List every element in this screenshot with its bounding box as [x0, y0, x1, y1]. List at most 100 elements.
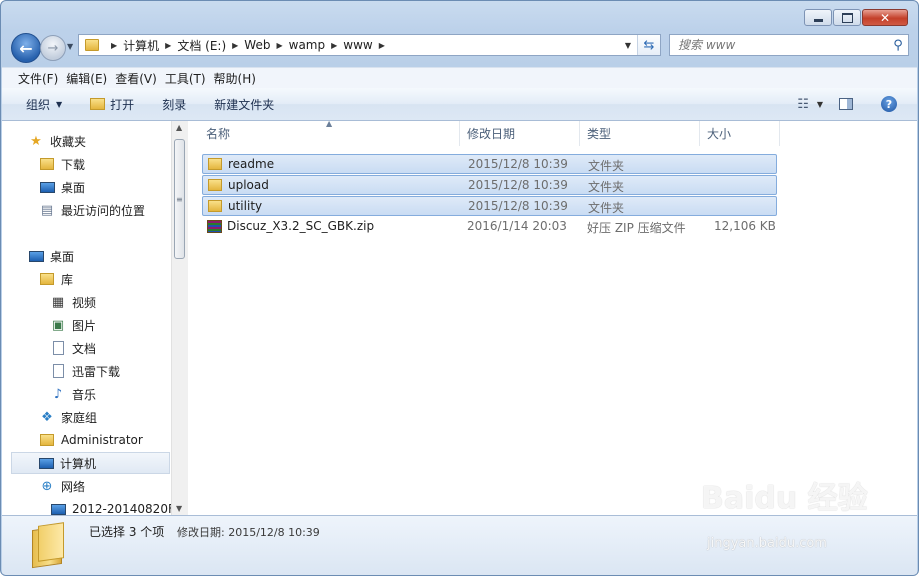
homegroup-icon: ❖: [41, 409, 53, 425]
file-date: 2015/12/8 10:39: [468, 157, 568, 171]
selection-count: 已选择 3 个项: [89, 525, 165, 539]
nav-network-host[interactable]: 2012-20140820FX: [50, 498, 171, 515]
file-row[interactable]: utility 2015/12/8 10:39 文件夹: [202, 196, 777, 216]
breadcrumb-item[interactable]: Web: [244, 38, 270, 52]
refresh-button[interactable]: ⇆: [637, 35, 660, 55]
close-button[interactable]: ✕: [862, 9, 908, 26]
open-button[interactable]: 打开: [90, 96, 134, 113]
desktop-icon: [39, 180, 55, 194]
file-name: utility: [228, 199, 263, 213]
menu-edit[interactable]: 编辑(E): [66, 70, 115, 87]
recent-pages-dropdown[interactable]: ▼: [67, 42, 73, 51]
address-history-dropdown[interactable]: ▼: [619, 41, 637, 50]
forward-arrow-icon: →: [47, 40, 59, 56]
chevron-right-icon[interactable]: ▶: [232, 41, 238, 50]
column-header-type[interactable]: 类型: [580, 121, 700, 146]
scroll-down-icon[interactable]: ▼: [176, 504, 182, 513]
nav-recent-places[interactable]: ▤ 最近访问的位置: [39, 199, 145, 221]
column-header-date[interactable]: 修改日期: [460, 121, 580, 146]
selected-folders-icon: [32, 522, 66, 569]
address-bar[interactable]: ▶ 计算机 ▶ 文档 (E:) ▶ Web ▶ wamp ▶ www ▶ ▼ ⇆: [78, 34, 661, 56]
nav-music[interactable]: ♪ 音乐: [50, 383, 96, 405]
menu-tools[interactable]: 工具(T): [165, 70, 214, 87]
command-bar-right: ☷ ▼ ?: [797, 88, 917, 120]
open-folder-icon: [90, 98, 106, 110]
star-icon: ★: [30, 133, 42, 149]
nav-computer[interactable]: 计算机: [11, 452, 170, 474]
nav-label: 桌面: [61, 180, 86, 195]
file-row[interactable]: readme 2015/12/8 10:39 文件夹: [202, 154, 777, 174]
nav-label: 库: [61, 272, 74, 287]
file-size: 12,106 KB: [714, 219, 776, 233]
back-arrow-icon: ←: [19, 38, 33, 58]
burn-button[interactable]: 刻录: [162, 96, 186, 113]
nav-desktop-favorite[interactable]: 桌面: [39, 176, 85, 198]
computer-icon: [38, 456, 54, 470]
nav-label: 视频: [72, 295, 97, 310]
file-date: 2015/12/8 10:39: [468, 199, 568, 213]
chevron-down-icon: ▼: [56, 99, 63, 109]
minimize-icon: [813, 19, 823, 22]
nav-favorites[interactable]: ★ 收藏夹: [28, 130, 86, 152]
nav-xunlei-downloads[interactable]: 迅雷下载: [50, 360, 120, 382]
command-bar: 组织 ▼ 打开 刻录 新建文件夹 ☷ ▼ ?: [2, 88, 917, 121]
help-icon[interactable]: ?: [881, 96, 897, 112]
chevron-down-icon[interactable]: ▼: [817, 100, 823, 109]
nav-documents[interactable]: 文档: [50, 337, 96, 359]
search-box[interactable]: ⚲: [669, 34, 909, 56]
file-type: 文件夹: [588, 159, 625, 173]
menu-file[interactable]: 文件(F): [2, 70, 66, 87]
maximize-button[interactable]: [833, 9, 861, 26]
view-options-icon[interactable]: ☷: [797, 97, 809, 112]
column-header-size[interactable]: 大小: [700, 121, 780, 146]
menu-view[interactable]: 查看(V): [115, 70, 165, 87]
chevron-right-icon[interactable]: ▶: [276, 41, 282, 50]
scroll-up-icon[interactable]: ▲: [176, 123, 182, 132]
nav-label: 最近访问的位置: [61, 203, 146, 218]
column-header-name[interactable]: 名称: [188, 121, 460, 146]
forward-button[interactable]: →: [40, 35, 66, 61]
file-type: 好压 ZIP 压缩文件: [587, 221, 686, 235]
nav-homegroup[interactable]: ❖ 家庭组: [39, 406, 97, 428]
search-input[interactable]: [670, 37, 888, 53]
search-icon[interactable]: ⚲: [888, 38, 908, 53]
file-row[interactable]: Discuz_X3.2_SC_GBK.zip 2016/1/14 20:03 好…: [202, 217, 777, 237]
nav-network[interactable]: ⊕ 网络: [39, 475, 85, 497]
nav-pictures[interactable]: ▣ 图片: [50, 314, 96, 336]
folder-icon: [208, 158, 222, 170]
chevron-right-icon[interactable]: ▶: [331, 41, 337, 50]
nav-libraries[interactable]: 库: [39, 268, 73, 290]
file-row[interactable]: upload 2015/12/8 10:39 文件夹: [202, 175, 777, 195]
chevron-right-icon[interactable]: ▶: [379, 41, 385, 50]
breadcrumb-item[interactable]: 文档 (E:): [177, 37, 226, 54]
new-folder-button[interactable]: 新建文件夹: [214, 96, 274, 113]
navigation-scrollbar[interactable]: ▲ ≡ ▼: [171, 121, 188, 515]
nav-administrator[interactable]: Administrator: [39, 429, 143, 451]
selection-modified-date: 修改日期: 2015/12/8 10:39: [177, 526, 320, 539]
column-header-label: 名称: [206, 127, 231, 141]
chevron-right-icon[interactable]: ▶: [165, 41, 171, 50]
back-button[interactable]: ←: [11, 33, 41, 63]
nav-label: 桌面: [50, 249, 75, 264]
breadcrumb-item[interactable]: 计算机: [123, 37, 159, 54]
breadcrumb-item[interactable]: www: [343, 38, 372, 52]
folder-icon: [208, 200, 222, 212]
preview-pane-icon[interactable]: [839, 98, 853, 110]
menu-help[interactable]: 帮助(H): [214, 70, 264, 87]
nav-label: 2012-20140820FX: [72, 502, 171, 515]
navigation-pane: ★ 收藏夹 下载 桌面 ▤ 最近访问的位置 桌面 库 ▦ 视频 ▣ 图片 文档 …: [2, 121, 171, 515]
organize-button[interactable]: 组织 ▼: [26, 96, 62, 113]
file-date: 2015/12/8 10:39: [468, 178, 568, 192]
nav-label: 图片: [72, 318, 97, 333]
column-header-label: 类型: [587, 127, 612, 141]
picture-icon: ▣: [51, 317, 65, 333]
column-header-label: 修改日期: [467, 127, 516, 141]
chevron-right-icon[interactable]: ▶: [111, 41, 117, 50]
minimize-button[interactable]: [804, 9, 832, 26]
nav-downloads[interactable]: 下载: [39, 153, 85, 175]
breadcrumb-item[interactable]: wamp: [289, 38, 325, 52]
nav-videos[interactable]: ▦ 视频: [50, 291, 96, 313]
nav-label: 网络: [61, 479, 86, 494]
nav-desktop[interactable]: 桌面: [28, 245, 74, 267]
column-header-label: 大小: [707, 127, 732, 141]
